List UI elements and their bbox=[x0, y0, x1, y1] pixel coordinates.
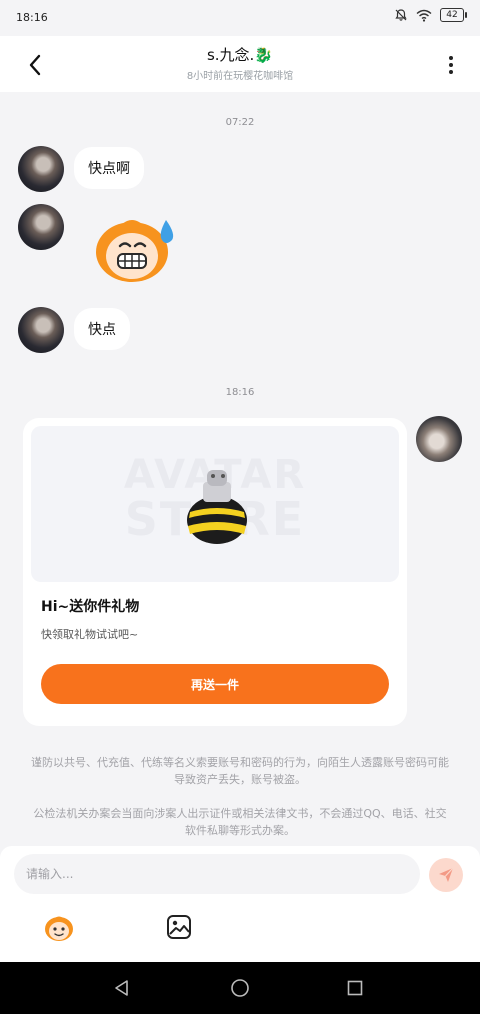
status-icons: 42 bbox=[394, 8, 467, 22]
wifi-icon bbox=[416, 9, 432, 22]
gift-item-image bbox=[187, 470, 247, 544]
nav-back-button[interactable] bbox=[110, 976, 134, 1000]
avatar[interactable] bbox=[18, 204, 64, 250]
gift-card[interactable]: AVATAR STORE Hi~送你件礼物 快领取礼物试试吧~ 再送一件 bbox=[23, 418, 407, 726]
send-button[interactable] bbox=[429, 858, 463, 892]
gift-title: Hi~送你件礼物 bbox=[41, 599, 140, 615]
contact-name-text: s.九念. bbox=[206, 46, 255, 64]
more-button[interactable] bbox=[436, 50, 466, 80]
nav-home-button[interactable] bbox=[228, 976, 252, 1000]
contact-name: s.九念.🐉 bbox=[0, 44, 480, 65]
chat-header: s.九念.🐉 8小时前在玩樱花咖啡馆 bbox=[0, 36, 480, 92]
status-bar: 18:16 42 bbox=[0, 0, 480, 36]
message-bubble[interactable]: 快点啊 bbox=[74, 147, 144, 189]
emoji-sticker-icon[interactable] bbox=[42, 912, 76, 942]
nav-recents-button[interactable] bbox=[343, 976, 367, 1000]
contact-status: 8小时前在玩樱花咖啡馆 bbox=[186, 71, 294, 82]
dragon-emoji: 🐉 bbox=[254, 46, 274, 64]
gift-banner: AVATAR STORE bbox=[31, 426, 399, 582]
more-icon bbox=[449, 56, 453, 74]
battery-icon: 42 bbox=[440, 8, 467, 22]
image-icon[interactable] bbox=[166, 914, 192, 940]
triangle-back-icon bbox=[115, 980, 128, 996]
status-time: 18:16 bbox=[16, 11, 48, 24]
timestamp: 07:22 bbox=[225, 117, 255, 128]
send-another-button[interactable]: 再送一件 bbox=[41, 664, 389, 704]
system-nav-bar bbox=[0, 962, 480, 1014]
message-bubble[interactable]: 快点 bbox=[74, 308, 130, 350]
message-input[interactable] bbox=[14, 854, 420, 894]
safety-notice: 谨防以共号、代充值、代练等名义索要账号和密码的行为，向陌生人透露账号密码可能导致… bbox=[31, 756, 449, 786]
avatar[interactable] bbox=[18, 146, 64, 192]
circle-home-icon bbox=[231, 979, 249, 997]
square-recents-icon bbox=[347, 980, 363, 996]
avatar[interactable] bbox=[18, 307, 64, 353]
police-notice: 公检法机关办案会当面向涉案人出示证件或相关法律文书，不会通过QQ、电话、社交软件… bbox=[33, 807, 447, 837]
send-icon bbox=[439, 867, 454, 882]
sticker-image[interactable] bbox=[88, 206, 182, 286]
gift-description: 快领取礼物试试吧~ bbox=[41, 628, 139, 641]
timestamp: 18:16 bbox=[225, 387, 255, 398]
message-text: 快点 bbox=[88, 322, 116, 338]
composer-panel bbox=[0, 846, 480, 962]
message-text: 快点啊 bbox=[88, 161, 130, 177]
notifications-off-icon bbox=[395, 9, 407, 21]
self-avatar[interactable] bbox=[416, 416, 462, 462]
